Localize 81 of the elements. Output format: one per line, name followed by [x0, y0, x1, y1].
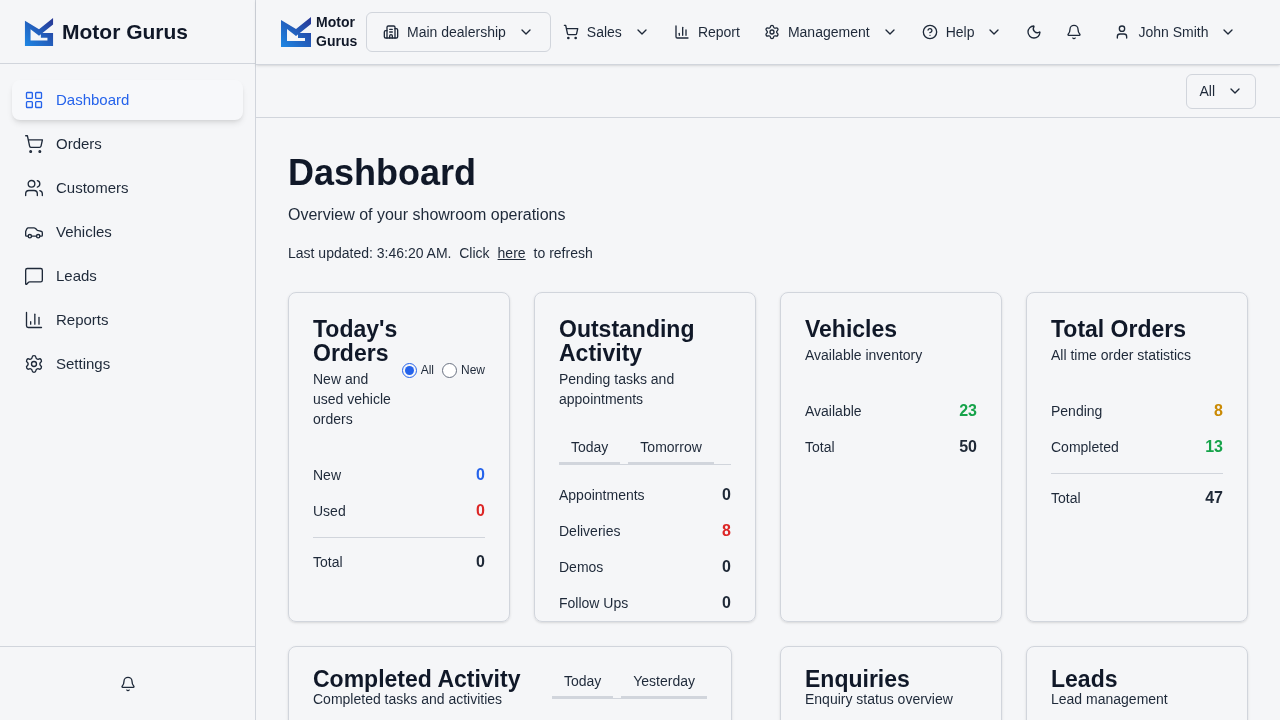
sidebar-item[interactable]: Leads [12, 256, 243, 296]
sidebar-item[interactable]: Vehicles [12, 212, 243, 252]
stat-value: 47 [1205, 488, 1223, 508]
stat-value: 13 [1205, 437, 1223, 457]
help-icon [921, 24, 938, 40]
stat-label: Used [313, 502, 346, 521]
stat-value: 0 [476, 552, 485, 572]
card-title: Outstanding Activity [559, 317, 696, 365]
chat-icon [24, 266, 44, 286]
stat-label: Total [313, 553, 343, 572]
sidebar-item[interactable]: Settings [12, 344, 243, 384]
stat-label: Appointments [559, 486, 645, 505]
logo-icon [280, 16, 312, 48]
card-title: Leads [1051, 667, 1119, 691]
filter-select[interactable]: All [1186, 73, 1256, 109]
radio-option[interactable]: All [401, 361, 434, 379]
stat-value: 8 [1214, 401, 1223, 421]
user-menu[interactable]: John Smith [1114, 21, 1237, 43]
tab[interactable]: Tomorrow [628, 433, 714, 465]
stat-label: Completed [1051, 438, 1119, 457]
card-title: Vehicles [805, 317, 899, 341]
card-subtitle: All time order statistics [1051, 346, 1193, 365]
header-brand-name: Motor Gurus [316, 13, 359, 51]
stat-value: 0 [722, 593, 731, 613]
dealership-select[interactable]: Main dealership [366, 12, 551, 52]
users-icon [24, 178, 44, 198]
sidebar-item[interactable]: Customers [12, 168, 243, 208]
tab[interactable]: Yesterday [621, 667, 707, 699]
card-subtitle: Pending tasks and appointments [559, 370, 676, 409]
settings-icon [763, 24, 780, 40]
stat-label: Available [805, 402, 862, 421]
dashboard-icon [24, 90, 44, 110]
bar-chart-icon [673, 24, 690, 40]
building-icon [383, 24, 399, 40]
refresh-hint: to refresh [533, 244, 593, 263]
card-subtitle: New and used vehicle orders [313, 370, 392, 429]
card-title: Total Orders [1051, 317, 1188, 341]
stat-value: 0 [722, 485, 731, 505]
stat-value: 0 [476, 465, 485, 485]
nav-menu[interactable]: Help [921, 21, 1003, 43]
stat-label: Total [1051, 489, 1081, 508]
tab[interactable]: Today [559, 433, 621, 465]
stat-label: Demos [559, 558, 604, 577]
cart-icon [24, 134, 44, 154]
tab[interactable]: Today [551, 667, 614, 699]
radio-option[interactable]: New [442, 361, 485, 379]
card-subtitle: Completed tasks and activities [313, 691, 503, 707]
moon-icon [1026, 24, 1043, 40]
card-subtitle: Lead management [1051, 691, 1169, 707]
stat-label: Total [805, 438, 835, 457]
settings-icon [24, 354, 44, 374]
stat-value: 8 [722, 521, 731, 541]
stat-value: 23 [959, 401, 977, 421]
card-subtitle: Enquiry status overview [805, 691, 954, 707]
bar-chart-icon [24, 310, 44, 330]
card-subtitle: Available inventory [805, 346, 924, 365]
bell-icon [119, 675, 136, 692]
logo-icon [24, 16, 54, 47]
stat-label: Pending [1051, 402, 1103, 421]
sidebar-item[interactable]: Orders [12, 124, 243, 164]
notifications-button[interactable] [1066, 24, 1083, 40]
refresh-link[interactable]: here [497, 243, 526, 264]
stat-value: 0 [722, 557, 731, 577]
stat-label: New [313, 466, 341, 485]
page-title: Dashboard [288, 151, 478, 195]
card-title: Today's Orders [313, 317, 398, 365]
brand-name: Motor Gurus [62, 18, 188, 45]
stat-value: 50 [959, 437, 977, 457]
page-subtitle: Overview of your showroom operations [288, 205, 567, 225]
sidebar-item[interactable]: Reports [12, 300, 243, 340]
stat-label: Follow Ups [559, 594, 629, 613]
nav-menu[interactable]: Sales [562, 21, 650, 43]
nav-menu[interactable]: Report [673, 21, 740, 43]
last-updated-text: Last updated: 3:46:20 AM. Click [288, 244, 490, 263]
sidebar-item[interactable]: Dashboard [12, 80, 243, 120]
stat-label: Deliveries [559, 522, 621, 541]
stat-value: 0 [476, 501, 485, 521]
bell-icon [1066, 24, 1083, 40]
theme-toggle[interactable] [1026, 24, 1043, 40]
nav-menu[interactable]: Management [763, 21, 898, 43]
cart-icon [562, 24, 579, 40]
